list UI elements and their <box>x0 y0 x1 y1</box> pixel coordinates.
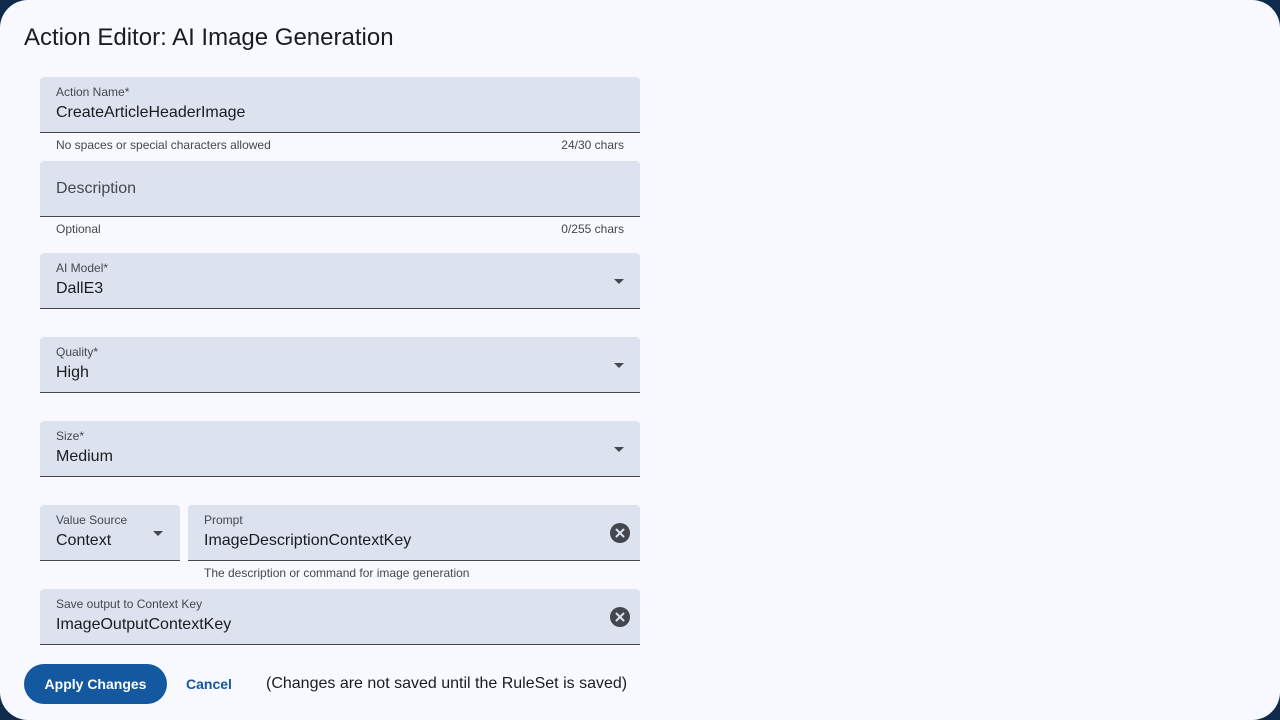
ai-model-value: DallE3 <box>56 280 104 297</box>
save-output-value[interactable]: ImageOutputContextKey <box>56 615 231 635</box>
cancel-button[interactable]: Cancel <box>179 664 239 704</box>
prompt-value[interactable]: ImageDescriptionContextKey <box>204 531 411 551</box>
arrow-drop-down-icon[interactable] <box>614 279 624 284</box>
clear-circle-icon[interactable] <box>610 523 630 543</box>
size-label: Size* <box>56 429 85 443</box>
prompt-helper: The description or command for image gen… <box>204 566 470 580</box>
description-field[interactable]: Description <box>40 161 640 217</box>
action-name-helper: No spaces or special characters allowed <box>56 138 271 152</box>
value-source-label: Value Source <box>56 513 128 527</box>
clear-circle-icon[interactable] <box>610 607 630 627</box>
action-name-counter: 24/30 chars <box>561 138 624 152</box>
save-output-label: Save output to Context Key <box>56 597 203 611</box>
apply-changes-button[interactable]: Apply Changes <box>24 664 167 704</box>
size-value: Medium <box>56 448 113 465</box>
arrow-drop-down-icon[interactable] <box>614 363 624 368</box>
action-name-value[interactable]: CreateArticleHeaderImage <box>56 103 245 123</box>
quality-value: High <box>56 364 89 381</box>
quality-label: Quality* <box>56 345 99 359</box>
save-output-field[interactable]: Save output to Context Key ImageOutputCo… <box>40 589 640 645</box>
ai-model-label: AI Model* <box>56 261 109 275</box>
description-placeholder: Description <box>56 180 137 197</box>
size-select[interactable]: Size* Medium <box>40 421 640 477</box>
description-helper: Optional <box>56 222 101 236</box>
prompt-field[interactable]: Prompt ImageDescriptionContextKey <box>188 505 640 561</box>
description-counter: 0/255 chars <box>561 222 624 236</box>
arrow-drop-down-icon[interactable] <box>614 447 624 452</box>
quality-select[interactable]: Quality* High <box>40 337 640 393</box>
unsaved-note: (Changes are not saved until the RuleSet… <box>266 675 628 692</box>
arrow-drop-down-icon[interactable] <box>153 531 163 536</box>
value-source-value: Context <box>56 532 112 549</box>
action-name-field[interactable]: Action Name* CreateArticleHeaderImage <box>40 77 640 133</box>
ai-model-select[interactable]: AI Model* DallE3 <box>40 253 640 309</box>
prompt-label: Prompt <box>204 513 243 527</box>
dialog-title: Action Editor: AI Image Generation <box>24 24 394 51</box>
action-name-label: Action Name* <box>56 85 130 99</box>
value-source-select[interactable]: Value Source Context <box>40 505 180 561</box>
action-editor-dialog: Action Editor: AI Image Generation Actio… <box>0 0 1280 720</box>
